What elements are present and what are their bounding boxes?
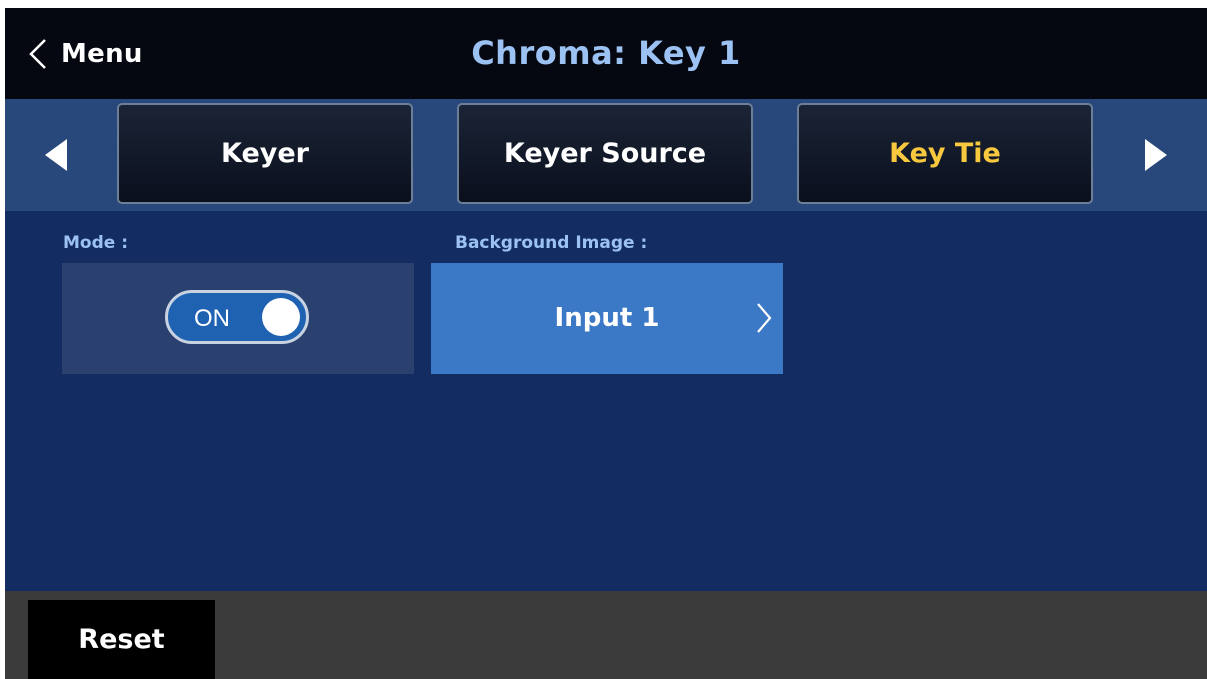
toggle-state-text: ON: [194, 305, 230, 332]
background-image-label: Background Image :: [455, 233, 648, 253]
page-title: Chroma: Key 1: [471, 34, 741, 72]
mode-label: Mode :: [63, 233, 129, 253]
mode-panel: ON: [62, 263, 414, 374]
prev-tab-arrow-icon[interactable]: [41, 137, 71, 173]
tab-key-tie[interactable]: Key Tie: [797, 103, 1093, 204]
background-image-value: Input 1: [554, 303, 660, 333]
tab-bar: Keyer Keyer Source Key Tie: [5, 99, 1207, 211]
next-tab-arrow-icon[interactable]: [1141, 137, 1171, 173]
tab-keyer[interactable]: Keyer: [117, 103, 413, 204]
mode-toggle[interactable]: ON: [165, 290, 309, 344]
tab-keyer-source[interactable]: Keyer Source: [457, 103, 753, 204]
reset-button[interactable]: Reset: [28, 600, 215, 679]
toggle-knob: [262, 298, 300, 336]
background-image-selector[interactable]: Input 1: [431, 263, 783, 374]
footer-bar: Reset: [5, 591, 1207, 679]
chevron-right-icon: [757, 303, 772, 333]
header-bar: Menu Chroma: Key 1: [5, 8, 1207, 99]
chroma-key-screen: Menu Chroma: Key 1 Keyer Keyer Source Ke…: [5, 8, 1207, 679]
